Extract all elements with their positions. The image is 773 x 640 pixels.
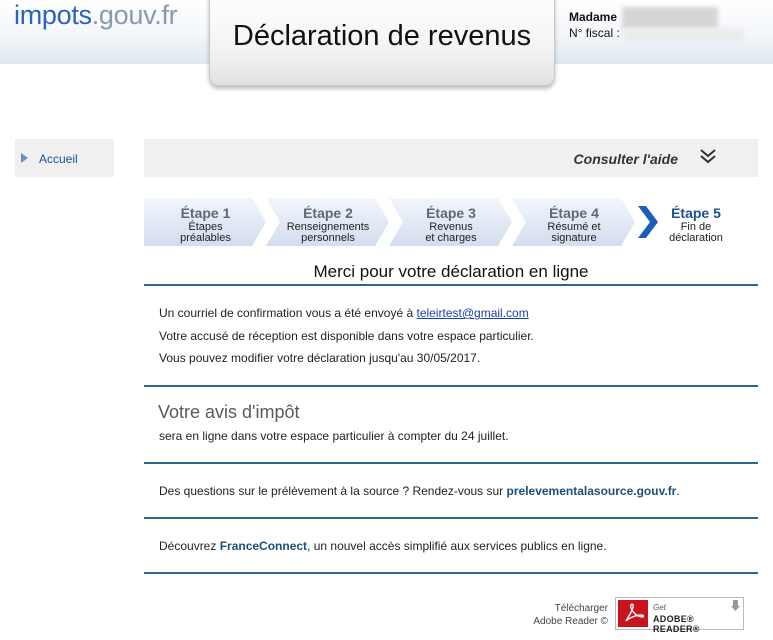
step-5-title: Étape 5 (671, 205, 721, 221)
user-label: Madame (569, 10, 618, 24)
adobe-reader-badge[interactable]: Get ADOBE® READER® (615, 597, 744, 634)
sidebar-item-accueil[interactable]: Accueil (39, 152, 78, 166)
chevron-right-icon (638, 206, 658, 238)
prelevement-text: Des questions sur le prélèvement à la so… (159, 484, 680, 498)
sidebar: Accueil (15, 139, 114, 177)
steps-progress: Étape 1 Étapes préalables Étape 2 Renseig… (144, 198, 758, 248)
logo-part2: .gouv.fr (91, 0, 178, 30)
pdf-icon (618, 600, 648, 627)
step-4: Étape 4 Résumé et signature (512, 198, 636, 246)
step-3-title: Étape 3 (426, 205, 476, 221)
redacted-name (622, 7, 718, 29)
step-3-subtitle: Revenus et charges (425, 221, 477, 244)
fiscal-label: N° fiscal : (569, 26, 620, 40)
step-3: Étape 3 Revenus et charges (389, 198, 513, 246)
badge-name: ADOBE® READER® (653, 614, 700, 634)
divider (144, 284, 758, 286)
step-4-subtitle: Résumé et signature (547, 221, 601, 244)
step-4-title: Étape 4 (549, 205, 599, 221)
redacted-fiscal-number (624, 28, 744, 42)
download-text: Télécharger Adobe Reader © (520, 602, 608, 628)
prelevement-suffix: . (676, 484, 680, 498)
franceconnect-prefix: Découvrez (159, 539, 220, 553)
step-2-subtitle: Renseignements personnels (286, 221, 370, 244)
step-5: Étape 5 Fin de déclaration (659, 198, 733, 246)
email-prefix: Un courriel de confirmation vous a été e… (159, 306, 417, 320)
step-2-title: Étape 2 (303, 205, 353, 221)
title-card: Déclaration de revenus (209, 0, 555, 86)
franceconnect-text: Découvrez FranceConnect, un nouvel accès… (159, 539, 607, 553)
divider (144, 462, 758, 464)
user-info: Madame N° fiscal : (569, 9, 620, 41)
logo-part1: impots (14, 0, 92, 30)
franceconnect-suffix: , un nouvel accès simplifié aux services… (307, 539, 607, 553)
confirmation-email-text: Un courriel de confirmation vous a été e… (159, 306, 529, 320)
step-1: Étape 1 Étapes préalables (144, 198, 267, 246)
step-1-title: Étape 1 (180, 205, 231, 221)
double-chevron-down-icon[interactable] (698, 147, 718, 167)
badge-get: Get (653, 603, 666, 612)
download-arrow-icon (731, 600, 740, 611)
download-line2: Adobe Reader © (533, 616, 608, 627)
step-2: Étape 2 Renseignements personnels (266, 198, 390, 246)
receipt-text: Votre accusé de réception est disponible… (159, 329, 534, 343)
divider (144, 572, 758, 574)
page-title: Déclaration de revenus (232, 20, 532, 52)
avis-text: sera en ligne dans votre espace particul… (159, 429, 509, 443)
step-5-subtitle: Fin de déclaration (669, 221, 723, 244)
step-1-subtitle: Étapes préalables (180, 221, 231, 244)
help-bar[interactable]: Consulter l'aide (144, 139, 758, 177)
prelevement-link[interactable]: prelevementalasource.gouv.fr (507, 484, 677, 498)
confirmation-heading: Merci pour votre déclaration en ligne (313, 262, 589, 281)
triangle-right-icon (21, 153, 28, 163)
modify-text: Vous pouvez modifier votre déclaration j… (159, 351, 481, 365)
email-link[interactable]: teleirtest@gmail.com (416, 306, 528, 320)
avis-title: Votre avis d'impôt (158, 402, 300, 422)
divider (144, 517, 758, 519)
download-line1: Télécharger (554, 603, 608, 614)
divider (144, 385, 758, 387)
franceconnect-link[interactable]: FranceConnect (220, 539, 307, 553)
site-logo[interactable]: impots.gouv.fr (14, 0, 178, 31)
prelevement-prefix: Des questions sur le prélèvement à la so… (159, 484, 507, 498)
help-label[interactable]: Consulter l'aide (574, 151, 678, 167)
